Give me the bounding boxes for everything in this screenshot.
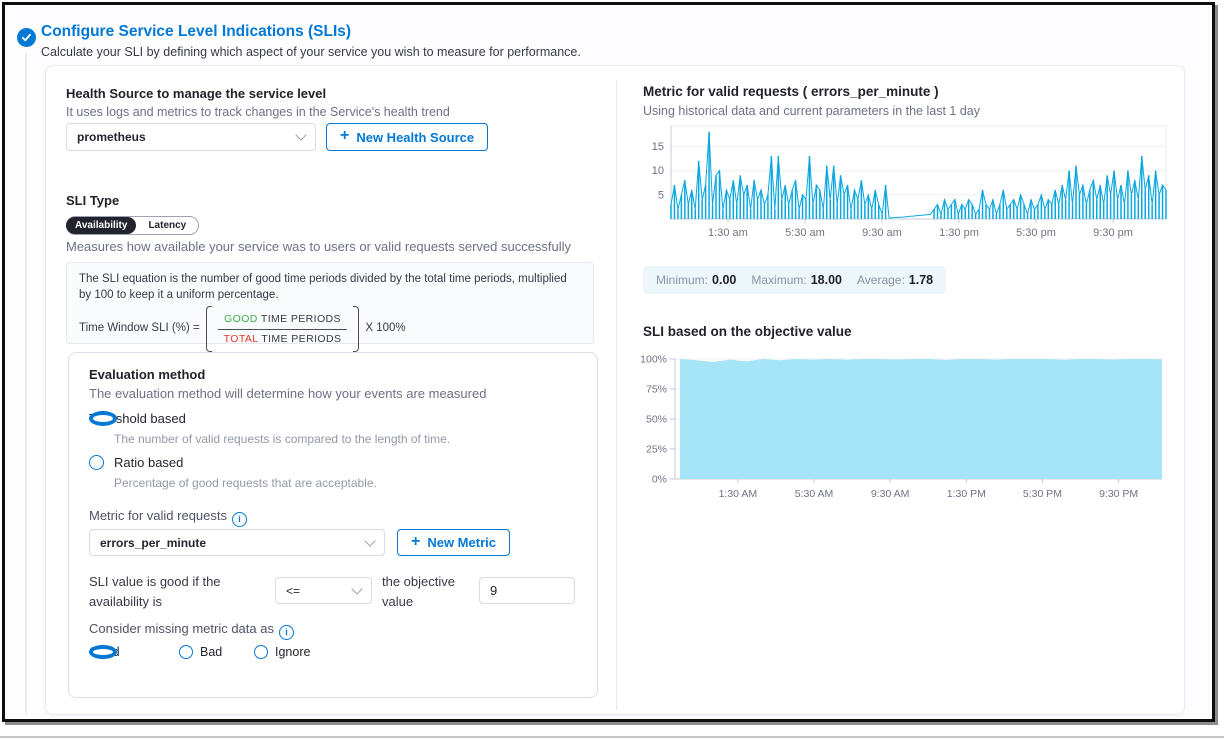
svg-text:5:30 am: 5:30 am [785, 227, 825, 239]
new-health-source-button[interactable]: + New Health Source [326, 123, 488, 151]
sli-type-option-latency[interactable]: Latency [136, 218, 198, 233]
stat-maximum: Maximum:18.00 [751, 273, 842, 287]
info-icon[interactable]: i [232, 512, 247, 527]
sli-config-card: Health Source to manage the service leve… [45, 65, 1185, 715]
evaluation-method-description: The evaluation method will determine how… [89, 386, 486, 401]
radio-selected-icon[interactable] [89, 645, 117, 659]
sli-type-label: SLI Type [66, 193, 119, 208]
sli-configuration-page: Configure Service Level Indications (SLI… [0, 0, 1224, 740]
radio-ratio-based[interactable]: Ratio based [89, 455, 183, 470]
denominator-rest: TIME PERIODS [258, 333, 341, 345]
objective-value-input[interactable] [479, 577, 575, 604]
new-metric-label: New Metric [427, 535, 496, 550]
svg-text:10: 10 [652, 165, 664, 177]
metric-stats-bar: Minimum:0.00 Maximum:18.00 Average:1.78 [643, 266, 946, 294]
new-metric-button[interactable]: + New Metric [397, 529, 510, 556]
info-icon[interactable]: i [279, 625, 294, 640]
svg-text:50%: 50% [646, 414, 667, 426]
objective-sentence-suffix: the objective value [382, 572, 464, 612]
sli-chart-title: SLI based on the objective value [643, 324, 852, 339]
sli-equation-text: The SLI equation is the number of good t… [79, 272, 581, 303]
svg-text:1:30 am: 1:30 am [708, 227, 748, 239]
new-health-source-label: New Health Source [356, 130, 474, 145]
equation-fraction: GOOD TIME PERIODS TOTAL TIME PERIODS [218, 311, 348, 346]
svg-text:1:30 AM: 1:30 AM [719, 488, 758, 500]
ratio-based-description: Percentage of good requests that are acc… [114, 476, 377, 490]
sli-equation-formula: Time Window SLI (%) = GOOD TIME PERIODS … [79, 306, 581, 352]
sli-objective-area-chart: 0% 25% 50% 75% 100% 1:30 AM 5:30 AM 9:30 AM 1:30… [639, 350, 1174, 505]
evaluation-method-title: Evaluation method [89, 367, 205, 382]
radio-missing-ignore[interactable]: Ignore [254, 645, 310, 659]
radio-unselected-icon[interactable] [254, 645, 268, 659]
chevron-down-icon [364, 535, 375, 546]
svg-text:25%: 25% [646, 444, 667, 456]
svg-text:15: 15 [652, 141, 664, 153]
sli-equation-box: The SLI equation is the number of good t… [66, 262, 594, 344]
sli-type-description: Measures how available your service was … [66, 239, 571, 254]
ratio-based-label: Ratio based [114, 455, 183, 470]
metric-select[interactable]: errors_per_minute [89, 529, 385, 556]
chevron-down-icon [351, 583, 362, 594]
step-complete-check-icon [17, 28, 36, 47]
svg-text:1:30 PM: 1:30 PM [947, 488, 986, 500]
svg-text:9:30 PM: 9:30 PM [1099, 488, 1138, 500]
open-bracket [206, 306, 212, 352]
window-frame: Configure Service Level Indications (SLI… [2, 2, 1215, 722]
svg-text:9:30 AM: 9:30 AM [871, 488, 910, 500]
svg-text:5: 5 [658, 189, 664, 201]
svg-text:0%: 0% [652, 474, 667, 486]
health-source-description: It uses logs and metrics to track change… [66, 105, 450, 119]
page-subtitle: Calculate your SLI by defining which asp… [41, 45, 581, 59]
plus-icon: + [340, 128, 349, 144]
equation-rhs: X 100% [365, 321, 405, 337]
radio-threshold-based[interactable]: Threshold based [89, 411, 186, 426]
column-divider [616, 80, 617, 710]
metric-chart-subtitle: Using historical data and current parame… [643, 104, 980, 118]
missing-ignore-label: Ignore [275, 645, 310, 659]
radio-selected-icon[interactable] [89, 411, 117, 426]
plus-icon: + [411, 534, 420, 550]
svg-text:1:30 pm: 1:30 pm [939, 227, 979, 239]
step-connector-line [25, 53, 27, 715]
evaluation-method-card: Evaluation method The evaluation method … [68, 352, 598, 698]
health-source-select[interactable]: prometheus [66, 123, 316, 151]
chevron-down-icon [295, 129, 306, 140]
comparator-value: <= [286, 584, 300, 598]
health-source-select-value: prometheus [77, 130, 146, 144]
radio-missing-good[interactable]: Good [89, 645, 120, 659]
missing-data-label: Consider missing metric data as i [89, 619, 294, 640]
metric-select-value: errors_per_minute [100, 536, 206, 550]
sli-type-option-availability[interactable]: Availability [66, 217, 136, 234]
svg-text:100%: 100% [640, 354, 667, 366]
metric-valid-requests-text: Metric for valid requests [89, 508, 227, 523]
svg-text:5:30 AM: 5:30 AM [795, 488, 834, 500]
objective-sentence-prefix: SLI value is good if the availability is [89, 572, 277, 612]
radio-unselected-icon[interactable] [179, 645, 193, 659]
stat-minimum: Minimum:0.00 [656, 273, 736, 287]
metric-valid-requests-label: Metric for valid requests i [89, 506, 247, 527]
svg-text:5:30 PM: 5:30 PM [1023, 488, 1062, 500]
total-periods-term: TOTAL [224, 333, 258, 345]
missing-bad-label: Bad [200, 645, 222, 659]
svg-text:9:30 am: 9:30 am [862, 227, 902, 239]
stat-average: Average:1.78 [857, 273, 933, 287]
comparator-select[interactable]: <= [275, 577, 372, 604]
screen-bottom-edge [0, 736, 1224, 738]
radio-unselected-icon[interactable] [89, 455, 104, 470]
equation-lhs: Time Window SLI (%) = [79, 321, 200, 337]
threshold-based-description: The number of valid requests is compared… [114, 432, 450, 446]
svg-text:9:30 pm: 9:30 pm [1093, 227, 1133, 239]
health-source-label: Health Source to manage the service leve… [66, 86, 326, 101]
good-periods-term: GOOD [224, 313, 258, 325]
metric-chart-title: Metric for valid requests ( errors_per_m… [643, 84, 939, 99]
svg-text:75%: 75% [646, 384, 667, 396]
metric-timeseries-chart: 5 10 15 1:30 am 5:30 am 9:30 am 1:30 pm 5:30 pm… [639, 123, 1174, 243]
close-bracket [353, 306, 359, 352]
page-title: Configure Service Level Indications (SLI… [41, 23, 351, 41]
sli-type-toggle[interactable]: Availability Latency [66, 216, 199, 235]
missing-data-text: Consider missing metric data as [89, 621, 274, 636]
radio-missing-bad[interactable]: Bad [179, 645, 222, 659]
svg-text:5:30 pm: 5:30 pm [1016, 227, 1056, 239]
numerator-rest: TIME PERIODS [258, 313, 341, 325]
